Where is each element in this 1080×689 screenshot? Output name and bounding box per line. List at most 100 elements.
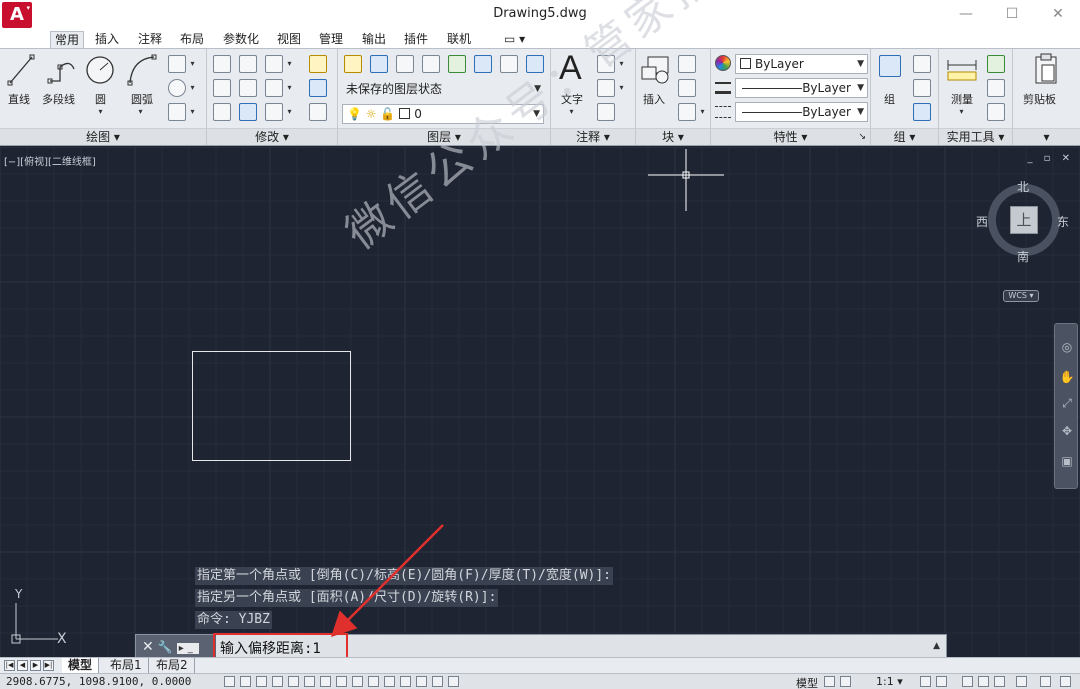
paste-icon[interactable] — [1033, 53, 1059, 85]
panel-utilities-title[interactable]: 实用工具 ▾ — [939, 128, 1012, 145]
model-space-toggle[interactable]: 模型 — [796, 675, 818, 689]
steering-wheel-icon[interactable]: ◎ — [1058, 338, 1076, 356]
array-icon[interactable] — [265, 103, 283, 121]
chevron-down-icon[interactable]: ▾ — [957, 103, 966, 121]
trim-icon[interactable] — [265, 55, 283, 73]
orbit-icon[interactable]: ✥ — [1058, 422, 1076, 440]
zoom-extents-icon[interactable]: ⤢ — [1058, 394, 1076, 412]
hardware-acceleration-icon[interactable] — [994, 676, 1005, 687]
layer-off-icon[interactable] — [396, 55, 414, 73]
auto-scale-icon[interactable] — [936, 676, 947, 687]
viewport-controls-label[interactable]: [−][俯视][二维线框] — [4, 153, 96, 168]
infer-constraints-icon[interactable] — [224, 676, 235, 687]
viewport-window-controls[interactable]: _ ▫ ✕ — [1027, 153, 1074, 164]
polar-tracking-icon[interactable] — [288, 676, 299, 687]
chevron-down-icon[interactable]: ▾ — [285, 55, 294, 73]
showmotion-icon[interactable]: ▣ — [1058, 452, 1076, 470]
group-edit-icon[interactable] — [913, 79, 931, 97]
compass-north[interactable]: 北 — [1017, 178, 1029, 195]
tab-layout2[interactable]: 布局2 — [150, 658, 195, 673]
object-snap-icon[interactable] — [304, 676, 315, 687]
scale-icon[interactable] — [239, 103, 257, 121]
wcs-menu[interactable]: WCS ▾ — [1003, 290, 1039, 302]
snap-mode-icon[interactable] — [240, 676, 251, 687]
arc-tool-icon[interactable] — [126, 53, 158, 87]
tab-home[interactable]: 常用 — [50, 31, 85, 48]
next-layout-button[interactable]: ▶ — [30, 660, 41, 671]
chevron-down-icon[interactable]: ▾ — [188, 79, 197, 97]
quick-view-layouts-icon[interactable] — [824, 676, 835, 687]
command-history-toggle[interactable]: ▲ — [933, 641, 940, 651]
color-wheel-icon[interactable] — [715, 55, 731, 71]
quick-select-icon[interactable] — [987, 55, 1005, 73]
edit-block-icon[interactable] — [678, 79, 696, 97]
view-cube[interactable]: 上 北 南 西 东 — [976, 178, 1069, 265]
chevron-down-icon[interactable]: ▾ — [188, 55, 197, 73]
insert-block-label[interactable]: 插入 — [643, 91, 665, 107]
insert-block-icon[interactable] — [640, 53, 674, 87]
tab-model[interactable]: 模型 — [62, 658, 100, 673]
fillet-icon[interactable] — [265, 79, 283, 97]
linetype-dropdown[interactable]: ByLayer ▼ — [735, 102, 868, 122]
rectangle-tool-icon[interactable] — [168, 55, 186, 73]
view-cube-top-face[interactable]: 上 — [1010, 206, 1038, 234]
lineweight-icon[interactable] — [715, 82, 731, 94]
tab-view[interactable]: 视图 — [273, 31, 305, 48]
tab-layout[interactable]: 布局 — [176, 31, 208, 48]
explode-icon[interactable] — [309, 79, 327, 97]
dynamic-ucs-icon[interactable] — [352, 676, 363, 687]
last-layout-button[interactable]: ▶| — [43, 660, 54, 671]
ellipse-tool-icon[interactable] — [168, 79, 186, 97]
linetype-icon[interactable] — [715, 106, 731, 118]
minimize-button[interactable]: — — [948, 2, 984, 26]
layer-properties-icon[interactable] — [344, 55, 362, 73]
workspace-switching-icon[interactable] — [962, 676, 973, 687]
stretch-icon[interactable] — [213, 103, 231, 121]
dialog-launcher-icon[interactable]: ↘ — [858, 129, 866, 145]
close-button[interactable]: ✕ — [1040, 2, 1076, 26]
measure-icon[interactable] — [945, 57, 979, 83]
layer-freeze-icon[interactable] — [422, 55, 440, 73]
color-dropdown[interactable]: ByLayer ▼ — [735, 54, 868, 74]
panel-groups-title[interactable]: 组 ▾ — [871, 128, 938, 145]
previous-layout-button[interactable]: ◀ — [17, 660, 28, 671]
layer-previous-icon[interactable] — [474, 55, 492, 73]
ucs-icon[interactable] — [8, 603, 60, 645]
copy-icon[interactable] — [213, 79, 231, 97]
3d-object-snap-icon[interactable] — [320, 676, 331, 687]
chevron-down-icon[interactable]: ▾ — [285, 79, 294, 97]
polyline-tool-label[interactable]: 多段线 — [42, 91, 75, 107]
group-select-icon[interactable] — [913, 103, 931, 121]
edit-attributes-icon[interactable] — [678, 103, 696, 121]
lineweight-dropdown[interactable]: ByLayer ▼ — [735, 78, 868, 98]
transparency-icon[interactable] — [400, 676, 411, 687]
pan-icon[interactable]: ✋ — [1058, 368, 1076, 386]
compass-south[interactable]: 南 — [1017, 248, 1029, 265]
tab-manage[interactable]: 管理 — [315, 31, 347, 48]
chevron-down-icon[interactable]: ▾ — [188, 103, 197, 121]
ungroup-icon[interactable] — [913, 55, 931, 73]
quick-properties-icon[interactable] — [416, 676, 427, 687]
panel-annotation-title[interactable]: 注释 ▾ — [551, 128, 635, 145]
panel-draw-title[interactable]: 绘图 ▾ — [0, 128, 206, 145]
hatch-tool-icon[interactable] — [168, 103, 186, 121]
selection-cycling-icon[interactable] — [432, 676, 443, 687]
paste-label[interactable]: 剪贴板 — [1023, 91, 1056, 107]
chevron-down-icon[interactable]: ▾ — [285, 103, 294, 121]
offset-icon[interactable] — [309, 103, 327, 121]
tab-online[interactable]: 联机 — [443, 31, 475, 48]
chevron-down-icon[interactable]: ▾ — [698, 103, 707, 121]
lock-ui-icon[interactable] — [978, 676, 989, 687]
panel-properties-title[interactable]: 特性 ▾ ↘ — [711, 128, 870, 145]
first-layout-button[interactable]: |◀ — [4, 660, 15, 671]
chevron-down-icon[interactable]: ▾ — [617, 79, 626, 97]
tab-layout1[interactable]: 布局1 — [104, 658, 149, 673]
calculator-icon[interactable] — [987, 103, 1005, 121]
tab-plugins[interactable]: 插件 — [400, 31, 432, 48]
select-all-icon[interactable] — [987, 79, 1005, 97]
mirror-icon[interactable] — [239, 79, 257, 97]
isolate-objects-icon[interactable] — [1016, 676, 1027, 687]
object-snap-tracking-icon[interactable] — [336, 676, 347, 687]
circle-tool-icon[interactable] — [84, 53, 116, 87]
tab-parametric[interactable]: 参数化 — [219, 31, 263, 48]
